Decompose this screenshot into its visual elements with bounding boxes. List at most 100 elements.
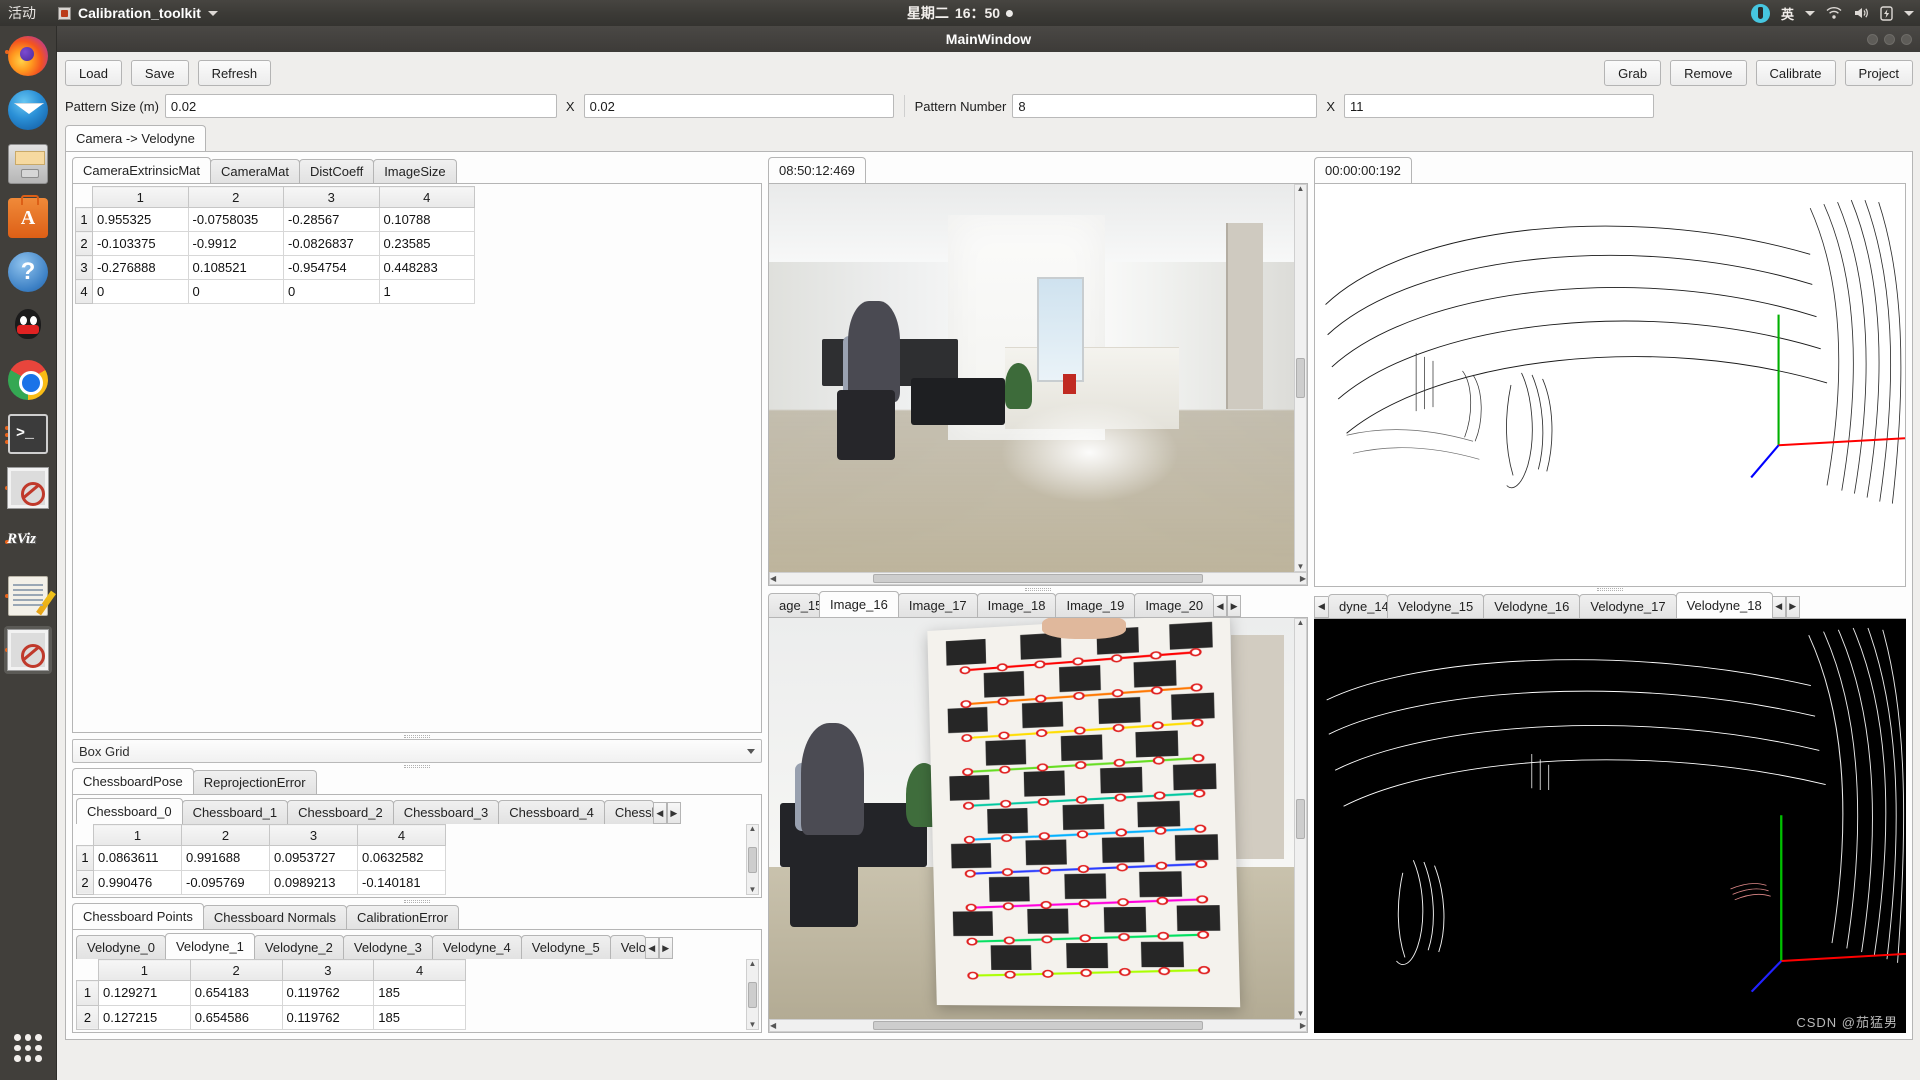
tab-reprojection-error[interactable]: ReprojectionError [192,770,317,794]
table-cell[interactable]: 0.119762 [281,980,375,1006]
dock-item-qq[interactable] [4,302,52,350]
tab-velodyne-17[interactable]: Velodyne_17 [1579,593,1677,618]
table-cell[interactable]: 0.0953727 [269,845,358,871]
dock-item-help[interactable] [4,248,52,296]
calibrate-button[interactable]: Calibrate [1755,60,1836,86]
system-menu-chevron-icon[interactable] [1904,10,1914,16]
tab-camera-extrinsic-mat[interactable]: CameraExtrinsicMat [72,157,212,183]
points-vscrollbar[interactable]: ▲ ▼ [746,959,759,1030]
camera-image-hscrollbar[interactable]: ◀ ▶ [769,572,1307,586]
table-cell[interactable]: -0.140181 [357,869,446,896]
table-cell[interactable]: 185 [373,1004,466,1031]
dock-item-terminal[interactable] [4,410,52,458]
scroll-right-icon[interactable]: ▶ [1300,1021,1306,1030]
scroll-right-icon[interactable]: ▶ [658,937,673,959]
tab-velodyne-6[interactable]: Velo [609,935,646,959]
language-icon[interactable]: 英 [1781,4,1794,23]
table-cell[interactable]: -0.954754 [283,255,380,280]
app-menu-button[interactable]: Calibration_toolkit [58,5,218,21]
table-cell[interactable]: -0.276888 [92,255,189,280]
tab-camera-velodyne[interactable]: Camera -> Velodyne [65,125,206,151]
pattern-number-x-input[interactable]: 8 [1012,94,1318,118]
dock-item-firefox[interactable] [4,32,52,80]
scroll-down-icon[interactable]: ▼ [749,1021,757,1029]
table-cell[interactable]: 0.10788 [378,207,475,232]
dock-item-notes[interactable] [4,572,52,620]
tab-velodyne-18[interactable]: Velodyne_18 [1675,591,1773,618]
tab-image-size[interactable]: ImageSize [373,159,457,183]
table-cell[interactable]: -0.0826837 [283,231,380,256]
dock-item-software[interactable] [4,194,52,242]
scroll-down-icon[interactable]: ▼ [1297,1009,1305,1018]
remove-button[interactable]: Remove [1670,60,1747,86]
pointcloud-black-view[interactable]: CSDN @茄猛男 [1314,618,1906,1033]
tab-chessboard-pose[interactable]: ChessboardPose [72,768,194,794]
scroll-right-icon[interactable]: ▶ [1785,595,1800,618]
table-cell[interactable]: 0.129271 [98,980,191,1006]
tab-chessboard-5[interactable]: Chessb [603,800,654,824]
tab-chessboard-0[interactable]: Chessboard_0 [76,798,183,824]
save-button[interactable]: Save [130,60,189,86]
tab-image-20[interactable]: Image_20 [1134,593,1215,618]
refresh-button[interactable]: Refresh [197,60,272,86]
tab-velodyne-16[interactable]: Velodyne_16 [1483,593,1581,618]
tab-image-17[interactable]: Image_17 [897,593,978,618]
project-button[interactable]: Project [1844,60,1913,86]
scroll-up-icon[interactable]: ▲ [1297,619,1305,627]
table-cell[interactable]: 0.990476 [93,869,182,896]
tab-camera-timestamp[interactable]: 08:50:12:469 [768,157,866,183]
tab-velodyne-2[interactable]: Velodyne_2 [253,935,344,959]
pattern-size-y-input[interactable]: 0.02 [583,94,894,118]
box-grid-combobox[interactable]: Box Grid [72,739,762,763]
table-cell[interactable]: 0.0989213 [269,869,358,896]
maximize-button[interactable] [1884,33,1895,45]
tab-velodyne-3[interactable]: Velodyne_3 [342,935,433,959]
detection-image-vscrollbar[interactable]: ▲ ▼ [1294,618,1307,1019]
chessboard-detection-image[interactable] [769,618,1294,1019]
table-cell[interactable]: 0.955325 [92,207,189,232]
language-chevron-icon[interactable] [1805,10,1815,16]
table-cell[interactable]: -0.28567 [283,207,380,232]
grab-button[interactable]: Grab [1604,60,1662,86]
chessboard-pose-vscrollbar[interactable]: ▲ ▼ [746,824,759,895]
tab-chessboard-3[interactable]: Chessboard_3 [392,800,500,824]
camera-image-top[interactable] [769,184,1294,573]
tab-chessboard-2[interactable]: Chessboard_2 [287,800,394,824]
wifi-icon[interactable] [1826,6,1842,20]
clock-button[interactable]: 星期二 16：50 [907,3,1014,23]
scroll-down-icon[interactable]: ▼ [749,886,757,894]
table-cell[interactable]: 0.127215 [98,1004,191,1031]
tab-image-16[interactable]: Image_16 [819,591,899,618]
tab-image-19[interactable]: Image_19 [1055,593,1136,618]
table-cell[interactable]: 0 [187,279,284,304]
table-cell[interactable]: -0.9912 [187,231,284,256]
pattern-size-x-input[interactable]: 0.02 [164,94,557,118]
tab-chessboard-1[interactable]: Chessboard_1 [181,800,289,824]
table-cell[interactable]: 185 [373,980,466,1006]
tab-velodyne-5[interactable]: Velodyne_5 [520,935,611,959]
tab-chessboard-normals[interactable]: Chessboard Normals [202,905,347,929]
scroll-up-icon[interactable]: ▲ [749,825,757,833]
dock-item-show-applications[interactable] [4,1024,52,1072]
battery-icon[interactable] [1880,5,1893,21]
load-button[interactable]: Load [65,60,122,86]
tab-camera-mat[interactable]: CameraMat [210,159,300,183]
tab-image-18[interactable]: Image_18 [976,593,1057,618]
tab-velodyne-0[interactable]: Velodyne_0 [76,935,166,959]
tab-velodyne-15[interactable]: Velodyne_15 [1387,593,1485,618]
scroll-left-icon[interactable]: ◀ [1771,595,1786,618]
table-cell[interactable]: 0.654586 [189,1004,283,1031]
scroll-up-icon[interactable]: ▲ [749,960,757,968]
dock-item-files[interactable] [4,140,52,188]
scroll-up-icon[interactable]: ▲ [1297,185,1305,193]
dock-item-deny-app[interactable] [4,464,52,512]
volume-icon[interactable] [1853,6,1869,20]
scroll-left-icon[interactable]: ◀ [652,802,667,824]
activities-button[interactable]: 活动 [8,3,36,23]
scroll-left-icon[interactable]: ◀ [1314,595,1328,618]
scroll-left-icon[interactable]: ◀ [770,574,776,583]
dock-item-thunderbird[interactable] [4,86,52,134]
camera-image-vscrollbar[interactable]: ▲ ▼ [1294,184,1307,573]
tab-image-15[interactable]: age_15 [768,593,820,618]
table-cell[interactable]: 1 [378,279,475,304]
